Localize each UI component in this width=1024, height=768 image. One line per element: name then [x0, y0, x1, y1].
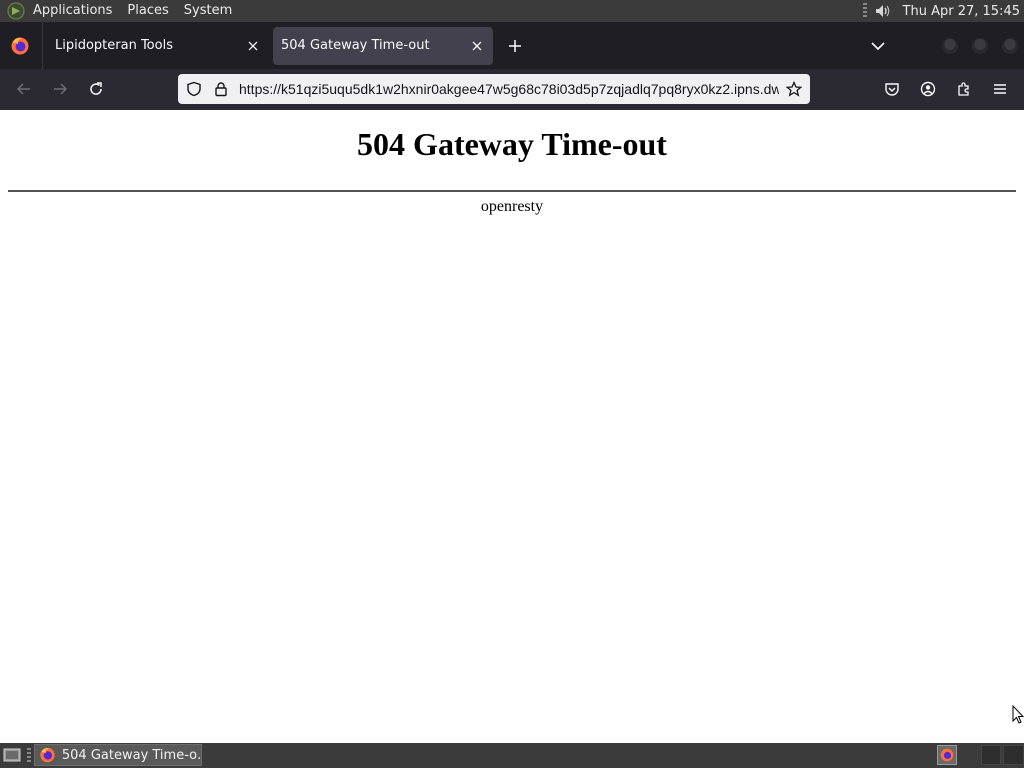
- pocket-icon: [885, 83, 899, 96]
- tracking-protection-shield-icon[interactable]: [186, 81, 202, 97]
- account-icon: [920, 81, 936, 97]
- close-tab-icon[interactable]: [469, 38, 485, 54]
- close-window-button[interactable]: [1002, 38, 1018, 54]
- firefox-view-icon[interactable]: [10, 36, 30, 56]
- reload-button[interactable]: [84, 77, 108, 101]
- tray-handle[interactable]: [862, 3, 867, 19]
- error-heading: 504 Gateway Time-out: [357, 126, 667, 162]
- taskbar-window-label: 504 Gateway Time-o…: [61, 747, 201, 763]
- account-button[interactable]: [916, 77, 940, 101]
- forward-arrow-icon: [54, 83, 68, 95]
- page-content: 504 Gateway Time-out openresty: [0, 110, 1024, 743]
- server-name: openresty: [480, 198, 544, 215]
- puzzle-piece-icon: [958, 82, 969, 96]
- tab-title: 504 Gateway Time-out: [281, 38, 430, 53]
- chevron-down-icon[interactable]: [868, 36, 888, 56]
- clock[interactable]: Thu Apr 27, 15:45: [903, 4, 1020, 19]
- maximize-window-button[interactable]: [972, 38, 988, 54]
- workspace-3[interactable]: [1003, 745, 1024, 765]
- panel-tray: Thu Apr 27, 15:45: [862, 2, 1024, 20]
- lock-icon[interactable]: [213, 81, 229, 97]
- applications-menu[interactable]: Applications: [33, 0, 112, 22]
- top-panel: Applications Places System Thu Apr 27, 1…: [0, 0, 1024, 22]
- close-tab-icon[interactable]: [245, 38, 261, 54]
- forward-button[interactable]: [48, 77, 72, 101]
- mouse-pointer-icon: [1012, 705, 1024, 724]
- navigation-toolbar: https://k51qzi5uqu5dk1w2hxnir0akgee47w5g…: [0, 69, 1024, 110]
- url-bar[interactable]: https://k51qzi5uqu5dk1w2hxnir0akgee47w5g…: [178, 74, 810, 104]
- distro-logo-icon[interactable]: [7, 2, 25, 20]
- show-desktop-icon[interactable]: [3, 747, 21, 763]
- back-arrow-icon: [16, 83, 30, 95]
- tab-lipidopteran-tools[interactable]: Lipidopteran Tools: [43, 27, 269, 65]
- pocket-button[interactable]: [880, 77, 904, 101]
- url-input[interactable]: https://k51qzi5uqu5dk1w2hxnir0akgee47w5g…: [239, 74, 779, 104]
- places-menu[interactable]: Places: [127, 0, 168, 22]
- back-button[interactable]: [12, 77, 36, 101]
- bottom-panel: 504 Gateway Time-o…: [0, 743, 1024, 768]
- reload-icon: [90, 82, 102, 95]
- new-tab-button[interactable]: [501, 32, 529, 60]
- app-menu-button[interactable]: [988, 77, 1012, 101]
- workspace-1[interactable]: [937, 745, 957, 765]
- firefox-icon: [40, 747, 55, 763]
- minimize-window-button[interactable]: [942, 38, 958, 54]
- tab-504-gateway[interactable]: 504 Gateway Time-out: [273, 26, 493, 65]
- tab-strip: Lipidopteran Tools 504 Gateway Time-out: [0, 22, 1024, 69]
- taskbar-window-firefox[interactable]: 504 Gateway Time-o…: [34, 744, 202, 766]
- taskbar-handle[interactable]: [27, 748, 31, 763]
- plus-icon: [509, 39, 521, 52]
- firefox-mini-icon: [940, 748, 954, 762]
- volume-icon[interactable]: [873, 2, 891, 20]
- workspace-2[interactable]: [981, 745, 1001, 765]
- divider: [8, 190, 1016, 192]
- extensions-button[interactable]: [952, 77, 976, 101]
- hamburger-menu-icon: [994, 84, 1006, 94]
- tab-title: Lipidopteran Tools: [55, 38, 173, 53]
- system-menu[interactable]: System: [184, 0, 232, 22]
- bookmark-star-icon[interactable]: [786, 81, 802, 97]
